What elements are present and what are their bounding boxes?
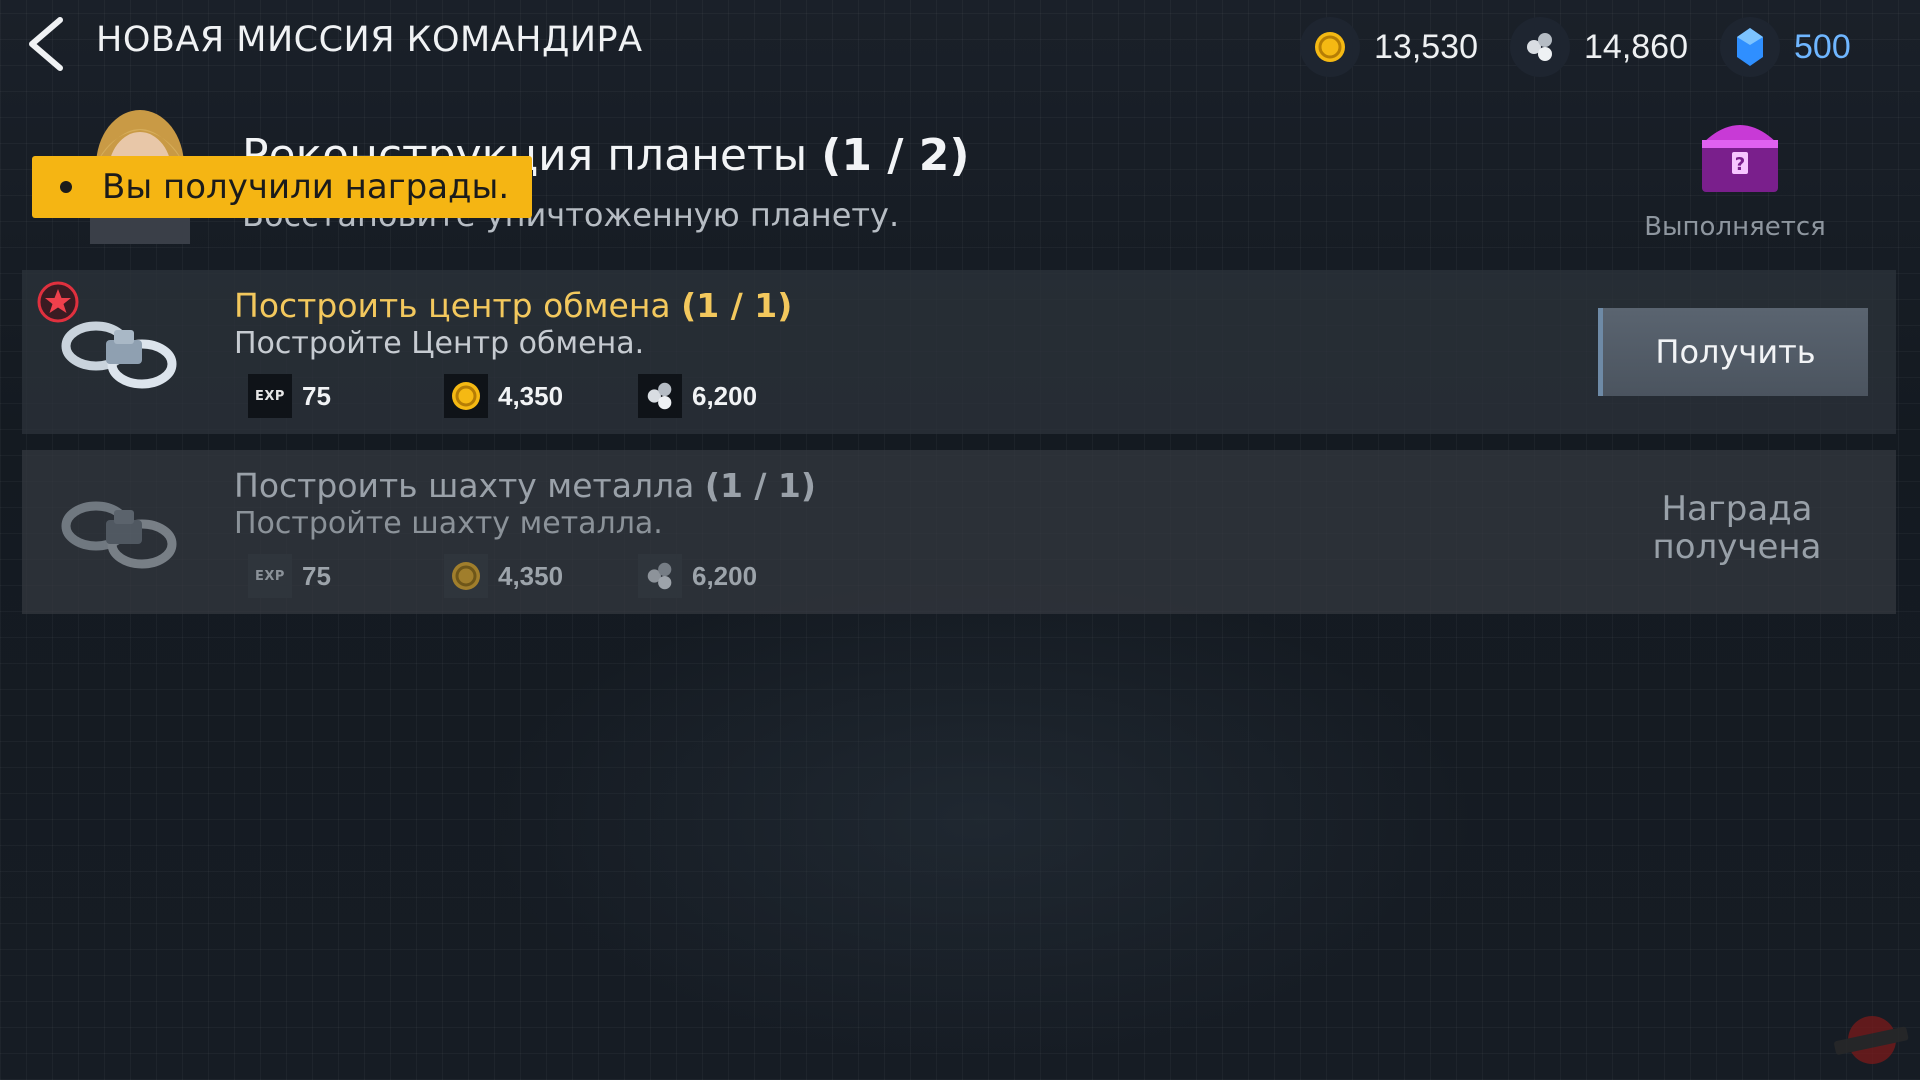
toast-text: Вы получили награды.: [102, 167, 510, 207]
gold-value: 4,350: [498, 560, 564, 591]
crystal-icon: [1720, 17, 1780, 77]
top-bar: НОВАЯ МИССИЯ КОМАНДИРА 13,530 14,860 500: [0, 0, 1920, 90]
ring-building-icon: [58, 300, 178, 400]
task-title: Построить шахту металла (1 / 1): [234, 466, 816, 505]
exp-reward: EXP 75: [248, 554, 331, 598]
page-title: НОВАЯ МИССИЯ КОМАНДИРА: [96, 20, 643, 60]
metal-value: 6,200: [692, 380, 758, 411]
exp-value: 75: [302, 560, 331, 591]
chest-status: Выполняется: [1644, 212, 1826, 242]
ring-building-icon: [58, 480, 178, 580]
back-arrow-icon: [29, 17, 63, 71]
reward-received-label: Награда получена: [1652, 489, 1822, 567]
exp-value: 75: [302, 380, 331, 411]
gold-coin-icon: [1300, 17, 1360, 77]
gold-reward: 4,350: [444, 554, 563, 598]
crystal-resource[interactable]: 500: [1720, 17, 1851, 77]
crystal-amount: 500: [1794, 27, 1851, 66]
task-progress: (1 / 1): [704, 466, 816, 505]
task-title-text: Построить шахту металла: [234, 466, 695, 505]
mission-progress: (1 / 2): [821, 130, 970, 181]
metal-icon: [638, 554, 682, 598]
exp-reward: EXP 75: [248, 374, 331, 418]
watermark-logo: [1830, 1010, 1910, 1070]
task-row: Построить центр обмена (1 / 1) Постройте…: [22, 270, 1896, 434]
exp-icon: EXP: [248, 374, 292, 418]
metal-icon: [638, 374, 682, 418]
task-title-text: Построить центр обмена: [234, 286, 671, 325]
chest-icon: ?: [1702, 125, 1778, 192]
gold-amount: 13,530: [1374, 27, 1478, 66]
gold-value: 4,350: [498, 380, 564, 411]
exp-icon: EXP: [248, 554, 292, 598]
metal-reward: 6,200: [638, 554, 757, 598]
claim-button[interactable]: Получить: [1598, 308, 1868, 396]
gold-coin-icon: [444, 554, 488, 598]
reward-toast: Вы получили награды.: [32, 156, 532, 218]
task-description: Постройте Центр обмена.: [234, 326, 645, 361]
task-title: Построить центр обмена (1 / 1): [234, 286, 792, 325]
metal-value: 6,200: [692, 560, 758, 591]
task-description: Постройте шахту металла.: [234, 506, 663, 541]
metal-resource[interactable]: 14,860: [1510, 17, 1688, 77]
metal-reward: 6,200: [638, 374, 757, 418]
reward-chest[interactable]: ?: [1690, 100, 1790, 200]
gold-coin-icon: [444, 374, 488, 418]
task-progress: (1 / 1): [681, 286, 793, 325]
gold-reward: 4,350: [444, 374, 563, 418]
task-row: Построить шахту металла (1 / 1) Постройт…: [22, 450, 1896, 614]
bullet-icon: [60, 181, 72, 193]
svg-text:?: ?: [1735, 154, 1745, 175]
metal-icon: [1510, 17, 1570, 77]
back-button[interactable]: [22, 16, 72, 72]
gold-resource[interactable]: 13,530: [1300, 17, 1478, 77]
metal-amount: 14,860: [1584, 27, 1688, 66]
